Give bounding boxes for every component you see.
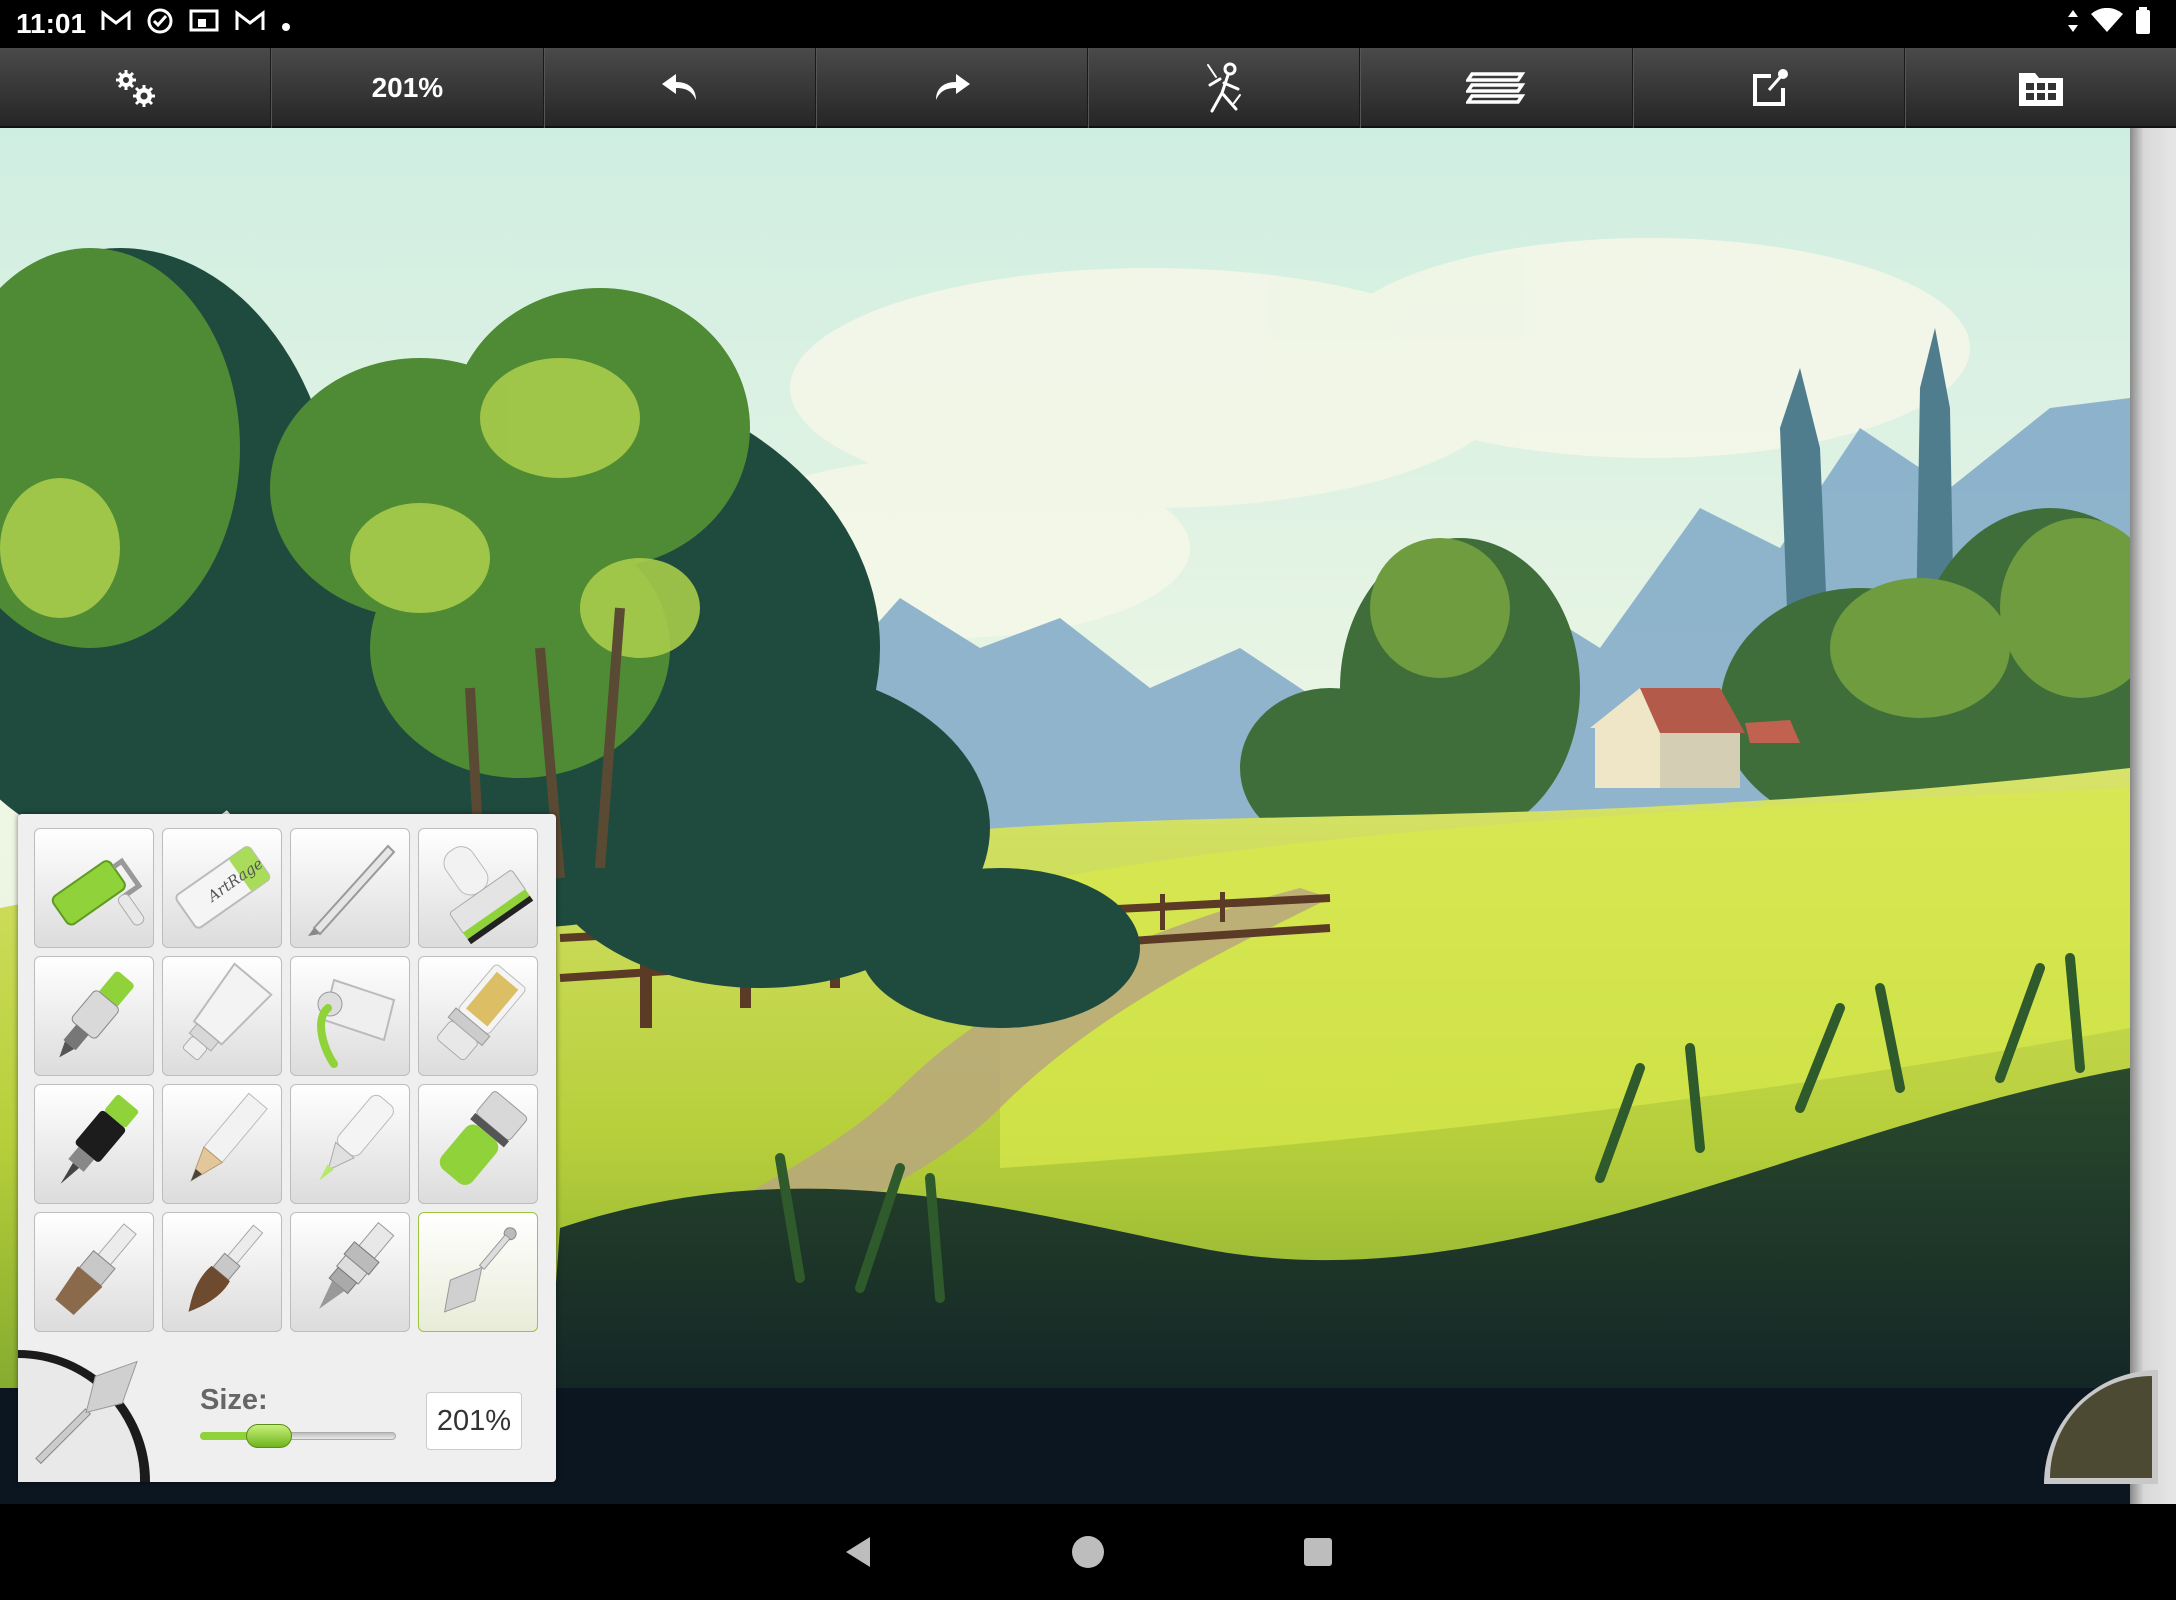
android-nav-bar xyxy=(0,1504,2176,1600)
tool-inking-pen[interactable] xyxy=(34,1084,154,1204)
undo-button[interactable] xyxy=(543,48,816,128)
layers-icon xyxy=(1466,72,1526,104)
tool-palette-knife-pencil[interactable] xyxy=(290,828,410,948)
tracing-figure-icon xyxy=(1207,62,1242,113)
status-time: 11:01 xyxy=(16,8,87,39)
status-right-icons xyxy=(2066,0,2152,48)
glitter-tube-icon xyxy=(437,964,526,1061)
inking-pen-icon xyxy=(60,1094,139,1184)
eraser-icon: ArtRage xyxy=(175,846,271,929)
nav-recents-button[interactable] xyxy=(1298,1532,1338,1572)
dot-icon xyxy=(280,8,292,40)
tool-airbrush-nozzle[interactable] xyxy=(290,1212,410,1332)
home-circle-icon xyxy=(1072,1536,1104,1568)
wifi-icon xyxy=(2090,7,2124,41)
airbrush-icon xyxy=(59,971,134,1058)
main-toolbar: 201% xyxy=(0,48,2176,128)
round-brush-icon xyxy=(188,1224,264,1312)
artrage-app: 11:01 201% ArtRage Size: 201% xyxy=(0,0,2176,1600)
share-icon xyxy=(1752,69,1788,106)
current-palette-knife-icon xyxy=(18,1350,150,1482)
canvas-edge-scroll[interactable] xyxy=(2130,128,2176,1504)
layers-button[interactable] xyxy=(1360,48,1633,128)
tool-round-brush[interactable] xyxy=(162,1212,282,1332)
tool-felt-pen[interactable] xyxy=(290,1084,410,1204)
redo-icon xyxy=(935,74,970,100)
status-bar: 11:01 xyxy=(0,0,2176,48)
color-picker-button[interactable] xyxy=(2036,1362,2158,1484)
paint-roller-icon xyxy=(51,857,145,926)
airbrush-nozzle-icon xyxy=(319,1221,395,1309)
stamp-icon xyxy=(443,846,534,944)
size-slider[interactable] xyxy=(200,1424,396,1448)
paint-tube-icon xyxy=(182,962,273,1061)
tool-airbrush[interactable] xyxy=(34,956,154,1076)
size-slider-thumb[interactable] xyxy=(245,1424,292,1448)
chalk-icon xyxy=(439,1091,528,1185)
gmail-icon-2 xyxy=(234,8,266,40)
battery-icon xyxy=(2134,6,2152,42)
color-swatch xyxy=(2044,1370,2158,1484)
current-tool-dial[interactable] xyxy=(18,1350,150,1482)
tool-chalk[interactable] xyxy=(418,1084,538,1204)
redo-button[interactable] xyxy=(815,48,1088,128)
settings-button[interactable] xyxy=(0,48,272,128)
size-value-field[interactable]: 201% xyxy=(426,1392,522,1450)
flat-brush-icon xyxy=(55,1223,137,1315)
tool-grid: ArtRage xyxy=(34,828,538,1332)
gallery-button[interactable] xyxy=(1904,48,2176,128)
recents-square-icon xyxy=(1304,1538,1332,1566)
tool-eraser[interactable]: ArtRage xyxy=(162,828,282,948)
back-triangle-icon xyxy=(846,1537,870,1567)
palette-knife-icon xyxy=(443,1227,517,1313)
tool-glitter[interactable] xyxy=(418,956,538,1076)
nav-home-button[interactable] xyxy=(1068,1532,1108,1572)
ink-tube-icon xyxy=(317,978,396,1068)
task-check-icon xyxy=(146,7,174,42)
felt-pen-icon xyxy=(319,1094,394,1181)
tool-ink-tube[interactable] xyxy=(290,956,410,1076)
share-button[interactable] xyxy=(1632,48,1905,128)
cast-icon xyxy=(188,8,220,41)
tool-palette-knife[interactable] xyxy=(418,1212,538,1332)
nav-back-button[interactable] xyxy=(838,1532,878,1572)
gmail-icon xyxy=(100,8,132,40)
size-label: Size: xyxy=(200,1384,268,1416)
pencil-icon xyxy=(190,1092,268,1182)
tool-paint-tube[interactable] xyxy=(162,956,282,1076)
zoom-level: 201% xyxy=(371,72,444,103)
gallery-folder-icon xyxy=(2018,73,2063,106)
tool-stamp[interactable] xyxy=(418,828,538,948)
gears-icon xyxy=(116,70,156,107)
tool-flat-brush[interactable] xyxy=(34,1212,154,1332)
data-arrows-icon xyxy=(2066,8,2080,41)
tracing-button[interactable] xyxy=(1088,48,1361,128)
zoom-button[interactable]: 201% xyxy=(271,48,544,128)
tool-paint-roller[interactable] xyxy=(34,828,154,948)
tool-pencil[interactable] xyxy=(162,1084,282,1204)
undo-icon xyxy=(661,74,696,100)
thin-pencil-icon xyxy=(308,844,396,936)
